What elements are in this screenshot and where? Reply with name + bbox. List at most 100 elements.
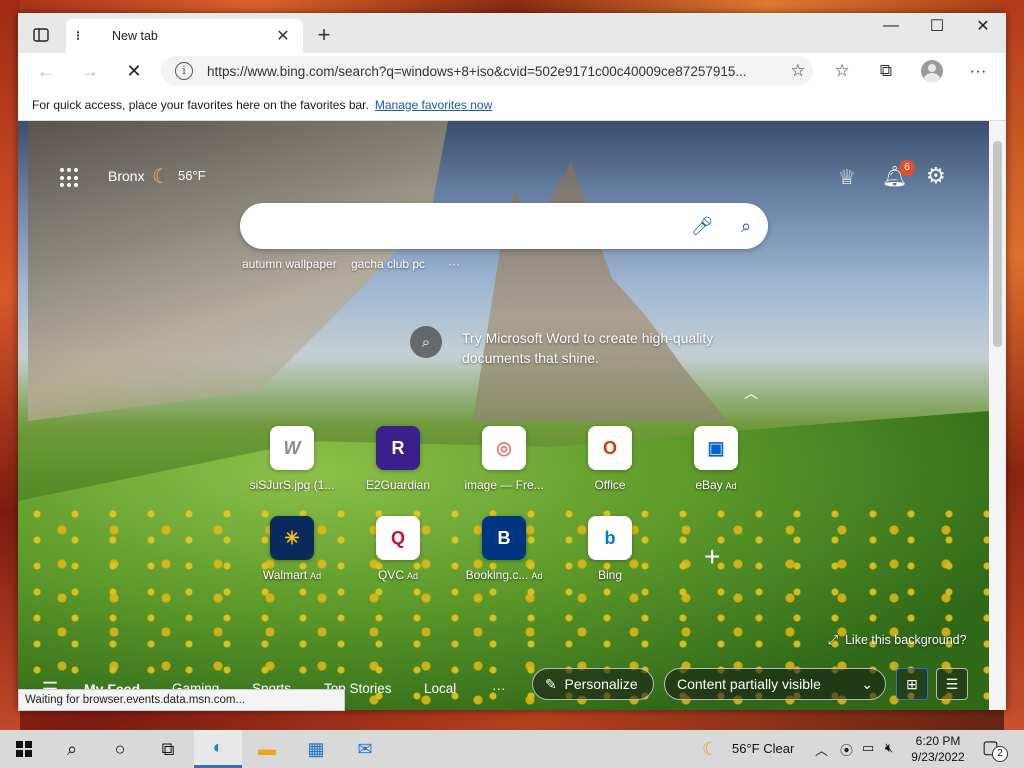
- microphone-icon[interactable]: 🎤︎: [680, 216, 724, 237]
- content-visibility-dropdown[interactable]: Content partially visible ⌄: [664, 668, 886, 700]
- background-cliff: [28, 121, 448, 421]
- quick-link-tile[interactable]: ▣ eBay Ad: [671, 426, 761, 492]
- favorites-bar: For quick access, place your favorites h…: [18, 89, 1006, 121]
- forward-button[interactable]: →: [74, 57, 106, 85]
- show-hidden-icons[interactable]: ︿: [815, 740, 828, 759]
- tile-icon: ▣: [694, 426, 738, 470]
- tile-icon: B: [482, 516, 526, 560]
- address-bar[interactable]: i https://www.bing.com/search?q=windows+…: [161, 56, 813, 86]
- suggestion-gacha-club-pc[interactable]: gacha club pc: [351, 257, 425, 271]
- file-explorer-icon[interactable]: ▬: [243, 730, 291, 768]
- cortana-icon[interactable]: ○: [96, 730, 144, 768]
- add-site-icon[interactable]: +: [704, 541, 720, 573]
- grid-view-button[interactable]: ⊞: [896, 668, 928, 700]
- apps-grid-icon[interactable]: [60, 168, 80, 188]
- clock-time: 6:20 PM: [915, 734, 961, 748]
- taskbar-clock[interactable]: 6:20 PM 9/23/2022: [906, 733, 970, 765]
- close-window-button[interactable]: ✕: [960, 13, 1006, 39]
- rewards-icon[interactable]: ♕: [838, 165, 856, 190]
- desktop-wallpaper-right: [1004, 0, 1024, 730]
- quick-link-tile[interactable]: W siSJurS.jpg (1...: [247, 426, 337, 492]
- notification-badge: 6: [899, 160, 915, 176]
- weather-temperature[interactable]: 56°F: [178, 168, 206, 183]
- tile-icon: b: [588, 516, 632, 560]
- start-button[interactable]: [0, 730, 48, 768]
- network-icon[interactable]: ▭: [862, 740, 874, 756]
- tab-local[interactable]: Local: [424, 681, 456, 696]
- search-icon[interactable]: ⌕: [724, 216, 768, 237]
- task-view-icon[interactable]: ⧉: [144, 730, 192, 768]
- volume-muted-icon[interactable]: 🔇︎: [885, 740, 893, 756]
- tile-label: QVC: [377, 568, 404, 582]
- maximize-button[interactable]: ☐: [914, 13, 960, 39]
- quick-link-tile[interactable]: ✳ Walmart Ad: [247, 516, 337, 582]
- expand-icon: ⤢: [828, 633, 839, 647]
- store-icon[interactable]: ▦: [292, 730, 340, 768]
- profile-button[interactable]: [916, 57, 948, 85]
- close-tab-icon[interactable]: ✕: [273, 26, 293, 46]
- new-tab-button[interactable]: +: [310, 22, 338, 48]
- tile-label: Office: [594, 478, 626, 492]
- list-view-button[interactable]: ☰: [936, 668, 968, 700]
- quick-link-tile[interactable]: ◎ image — Fre...: [459, 426, 549, 492]
- quick-link-tile[interactable]: b Bing: [565, 516, 655, 582]
- tab-actions-icon[interactable]: [26, 21, 56, 49]
- ad-label: Ad: [725, 481, 737, 491]
- mail-icon[interactable]: ✉: [341, 730, 389, 768]
- taskbar: ⌕ ○ ⧉ ◐ ▬ ▦ ✉ ☾ 56°F Clear ︿ ⦿ ▭ 🔇︎ 6:20…: [0, 730, 1024, 768]
- tile-icon: R: [376, 426, 420, 470]
- suggestion-autumn-wallpaper[interactable]: autumn wallpaper: [242, 257, 337, 271]
- quick-link-tile[interactable]: B Booking.c... Ad: [459, 516, 549, 582]
- edge-taskbar-icon[interactable]: ◐: [194, 730, 242, 768]
- meet-now-icon[interactable]: ⦿: [840, 740, 853, 759]
- back-button[interactable]: ←: [30, 57, 62, 85]
- like-background-link[interactable]: ⤢ Like this background?: [828, 633, 967, 648]
- favorites-icon[interactable]: ☆: [826, 57, 858, 85]
- info-icon[interactable]: i: [175, 62, 193, 80]
- add-favorite-icon[interactable]: ☆: [783, 61, 813, 81]
- tile-label: Walmart: [262, 568, 308, 582]
- tab-title: New tab: [112, 29, 158, 43]
- tab-strip: ⁝ New tab ✕ + — ☐ ✕: [18, 13, 1006, 53]
- search-input[interactable]: [256, 217, 680, 235]
- moon-icon: ☾: [152, 166, 170, 188]
- tile-icon: ◎: [482, 426, 526, 470]
- status-bar: Waiting for browser.events.data.msn.com.…: [18, 689, 345, 711]
- personalize-button[interactable]: ✎ Personalize: [532, 668, 654, 700]
- tile-label: Bing: [597, 568, 623, 582]
- tab-new-tab[interactable]: ⁝ New tab ✕: [66, 19, 303, 53]
- minimize-button[interactable]: —: [868, 13, 914, 39]
- weather-location[interactable]: Bronx: [108, 168, 145, 184]
- like-background-label: Like this background?: [844, 633, 967, 647]
- tile-icon: O: [588, 426, 632, 470]
- more-menu-icon[interactable]: ···: [962, 57, 994, 85]
- promo-text[interactable]: Try Microsoft Word to create high-qualit…: [462, 328, 732, 368]
- background-peaks: [472, 161, 728, 421]
- personalize-icon: ✎: [545, 675, 557, 692]
- collections-icon[interactable]: ⧉: [870, 57, 902, 85]
- url-text[interactable]: https://www.bing.com/search?q=windows+8+…: [207, 64, 783, 79]
- ad-label: Ad: [310, 571, 322, 581]
- page-scrollbar[interactable]: [989, 121, 1006, 710]
- favbar-message: For quick access, place your favorites h…: [32, 97, 369, 112]
- scrollbar-thumb[interactable]: [993, 141, 1002, 347]
- stop-loading-button[interactable]: ✕: [118, 57, 150, 85]
- loading-icon: ⁝: [76, 28, 81, 43]
- settings-gear-icon[interactable]: ⚙: [926, 163, 946, 189]
- quick-link-tile[interactable]: O Office: [565, 426, 655, 492]
- collapse-chevron-icon[interactable]: ︿: [744, 383, 758, 403]
- action-center-badge: 2: [992, 746, 1008, 762]
- feed-more-icon[interactable]: ···: [492, 681, 506, 696]
- ad-label: Ad: [407, 571, 419, 581]
- taskbar-weather[interactable]: 56°F Clear: [732, 741, 794, 756]
- tile-label: siSJurS.jpg (1...: [249, 478, 335, 492]
- search-icon[interactable]: ⌕: [48, 730, 96, 768]
- suggestions-more-icon[interactable]: ···: [448, 257, 460, 271]
- desktop-wallpaper-top: [0, 0, 1024, 14]
- tile-icon: ✳: [270, 516, 314, 560]
- new-tab-page: Bronx ☾ 56°F ♕ 🔔︎ 6 ⚙ 🎤︎ ⌕ autumn wallpa…: [18, 121, 989, 710]
- quick-link-tile[interactable]: R E2Guardian: [353, 426, 443, 492]
- search-box[interactable]: 🎤︎ ⌕: [240, 203, 768, 249]
- quick-link-tile[interactable]: Q QVC Ad: [353, 516, 443, 582]
- manage-favorites-link[interactable]: Manage favorites now: [375, 98, 492, 112]
